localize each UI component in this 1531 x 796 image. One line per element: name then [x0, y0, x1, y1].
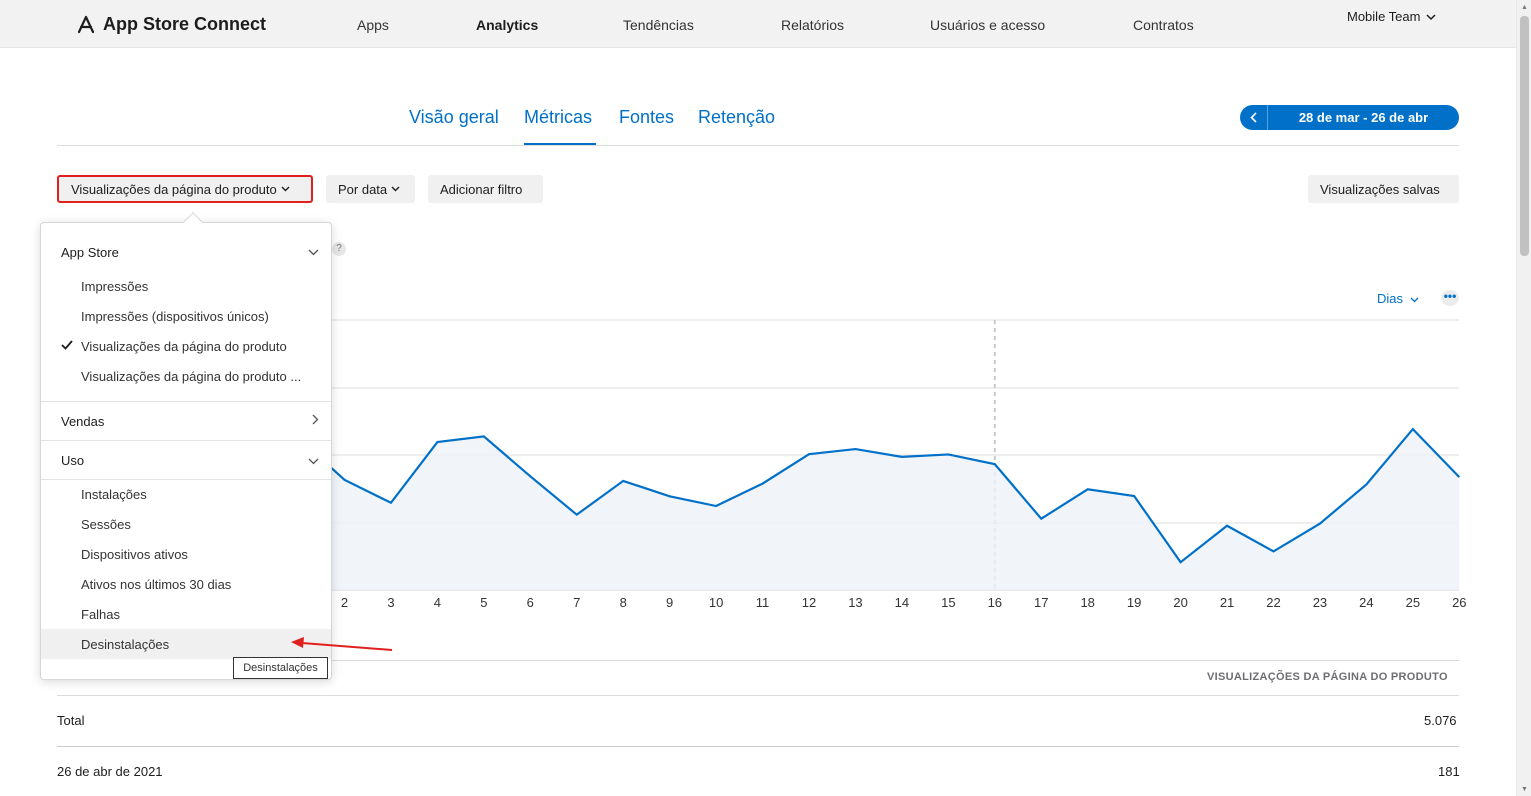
x-tick-label: 8: [619, 595, 627, 610]
dropdown-item-sessoes[interactable]: Sessões: [81, 517, 131, 532]
x-tick-label: 16: [987, 595, 1003, 610]
nav-contratos[interactable]: Contratos: [1133, 17, 1194, 33]
dropdown-item-visualizacoes-produto[interactable]: Visualizações da página do produto: [81, 339, 287, 354]
table-row-divider: [57, 746, 1459, 747]
x-tick-label: 5: [480, 595, 488, 610]
date-range-picker[interactable]: 28 de mar - 26 de abr: [1240, 105, 1459, 130]
tab-retencao[interactable]: Retenção: [698, 107, 775, 128]
dropdown-divider: [41, 479, 331, 480]
x-tick-label: 15: [941, 595, 956, 610]
metric-selector-label: Visualizações da página do produto: [71, 181, 277, 197]
table-row-total-value: 5.076: [1424, 713, 1457, 728]
nav-apps[interactable]: Apps: [357, 17, 389, 33]
more-options-icon[interactable]: •••: [1441, 290, 1459, 306]
team-selector[interactable]: Mobile Team: [1347, 9, 1436, 24]
series-line: [328, 427, 1461, 564]
granularity-selector[interactable]: Dias: [1377, 291, 1419, 306]
tabs-divider: [57, 145, 1459, 146]
x-tick-label: 20: [1173, 595, 1188, 610]
x-tick-label: 6: [526, 595, 534, 610]
brand-name: App Store Connect: [103, 14, 267, 34]
tooltip: Desinstalações: [233, 657, 328, 679]
x-tick-label: 9: [666, 595, 674, 610]
metric-selector-button[interactable]: Visualizações da página do produto: [57, 175, 313, 203]
tab-fontes[interactable]: Fontes: [619, 107, 674, 128]
dropdown-section-vendas[interactable]: Vendas: [61, 414, 104, 429]
x-tick-label: 3: [387, 595, 395, 610]
dropdown-item-dispositivos-ativos[interactable]: Dispositivos ativos: [81, 547, 188, 562]
chevron-down-icon[interactable]: [308, 247, 319, 259]
dropdown-divider: [41, 401, 331, 402]
help-icon[interactable]: ?: [332, 242, 346, 256]
dropdown-item-impressoes[interactable]: Impressões: [81, 279, 148, 294]
dropdown-section-app-store[interactable]: App Store: [61, 245, 119, 260]
x-tick-label: 4: [433, 595, 442, 610]
chevron-down-icon: [1426, 9, 1436, 24]
chevron-down-icon: [281, 183, 290, 195]
scroll-up-arrow-icon[interactable]: ▲: [1521, 4, 1528, 11]
x-tick-label: 7: [573, 595, 581, 610]
date-range-label: 28 de mar - 26 de abr: [1298, 110, 1429, 125]
x-tick-label: 17: [1034, 595, 1049, 610]
chevron-right-icon[interactable]: [312, 414, 319, 428]
dropdown-section-uso[interactable]: Uso: [61, 453, 84, 468]
dropdown-item-falhas[interactable]: Falhas: [81, 607, 120, 622]
granularity-label: Dias: [1377, 291, 1404, 306]
x-tick-label: 24: [1359, 595, 1374, 610]
nav-relatorios[interactable]: Relatórios: [781, 17, 844, 33]
table-header-metric[interactable]: VISUALIZAÇÕES DA PÁGINA DO PRODUTO: [1207, 671, 1448, 683]
saved-views-button[interactable]: Visualizações salvas: [1308, 175, 1459, 203]
table-row-total-label: Total: [57, 713, 85, 728]
x-tick-label: 10: [708, 595, 724, 610]
nav-tendencias[interactable]: Tendências: [623, 17, 694, 33]
chevron-down-icon[interactable]: [308, 456, 319, 468]
x-tick-label: 26: [1452, 595, 1467, 610]
add-filter-label: Adicionar filtro: [440, 181, 523, 197]
x-tick-label: 2: [340, 595, 349, 610]
nav-analytics[interactable]: Analytics: [476, 17, 538, 33]
x-tick-label: 11: [755, 595, 770, 610]
app-store-connect-logo[interactable]: App Store Connect: [76, 14, 266, 35]
x-tick-label: 23: [1312, 595, 1328, 610]
x-tick-label: 19: [1126, 595, 1142, 610]
table-row-value: 181: [1438, 764, 1460, 779]
previous-period-icon[interactable]: [1240, 105, 1268, 130]
tab-visao-geral[interactable]: Visão geral: [409, 107, 499, 128]
dropdown-item-desinstalacoes[interactable]: Desinstalações: [81, 637, 169, 652]
by-date-button[interactable]: Por data: [326, 175, 415, 203]
x-tick-label: 18: [1080, 595, 1095, 610]
dropdown-item-impressoes-unicos[interactable]: Impressões (dispositivos únicos): [81, 309, 269, 324]
x-tick-label: 21: [1219, 595, 1235, 610]
table-row-date: 26 de abr de 2021: [57, 764, 163, 779]
x-tick-label: 14: [894, 595, 910, 610]
chevron-down-icon: [391, 183, 400, 195]
chevron-down-icon: [1410, 297, 1419, 303]
checkmark-icon: [61, 338, 73, 353]
x-tick-label: 25: [1405, 595, 1421, 610]
scrollbar-thumb[interactable]: [1520, 16, 1529, 256]
x-tick-label: 22: [1266, 595, 1281, 610]
app-store-icon: [77, 15, 95, 33]
vertical-scrollbar[interactable]: ▲ ▼: [1516, 0, 1531, 796]
team-name: Mobile Team: [1347, 9, 1421, 24]
metric-dropdown-menu: App Store Impressões Impressões (disposi…: [40, 212, 332, 680]
add-filter-button[interactable]: Adicionar filtro: [428, 175, 543, 203]
saved-views-label: Visualizações salvas: [1320, 181, 1440, 197]
x-tick-label: 13: [848, 595, 863, 610]
table-header-divider: [57, 695, 1459, 696]
series-area: [329, 429, 1460, 590]
dropdown-caret: [183, 212, 203, 232]
nav-usuarios-e-acesso[interactable]: Usuários e acesso: [930, 17, 1045, 33]
dropdown-divider: [41, 440, 331, 441]
dropdown-item-ativos-30-dias[interactable]: Ativos nos últimos 30 dias: [81, 577, 231, 592]
x-tick-label: 12: [801, 595, 817, 610]
scroll-down-arrow-icon[interactable]: ▼: [1521, 786, 1528, 793]
dropdown-item-visualizacoes-produto-unicos[interactable]: Visualizações da página do produto ...: [81, 369, 301, 384]
by-date-label: Por data: [338, 181, 388, 197]
tab-metricas[interactable]: Métricas: [524, 107, 592, 128]
dropdown-item-instalacoes[interactable]: Instalações: [81, 487, 147, 502]
top-navigation-bar: App Store Connect Apps Analytics Tendênc…: [0, 0, 1516, 48]
